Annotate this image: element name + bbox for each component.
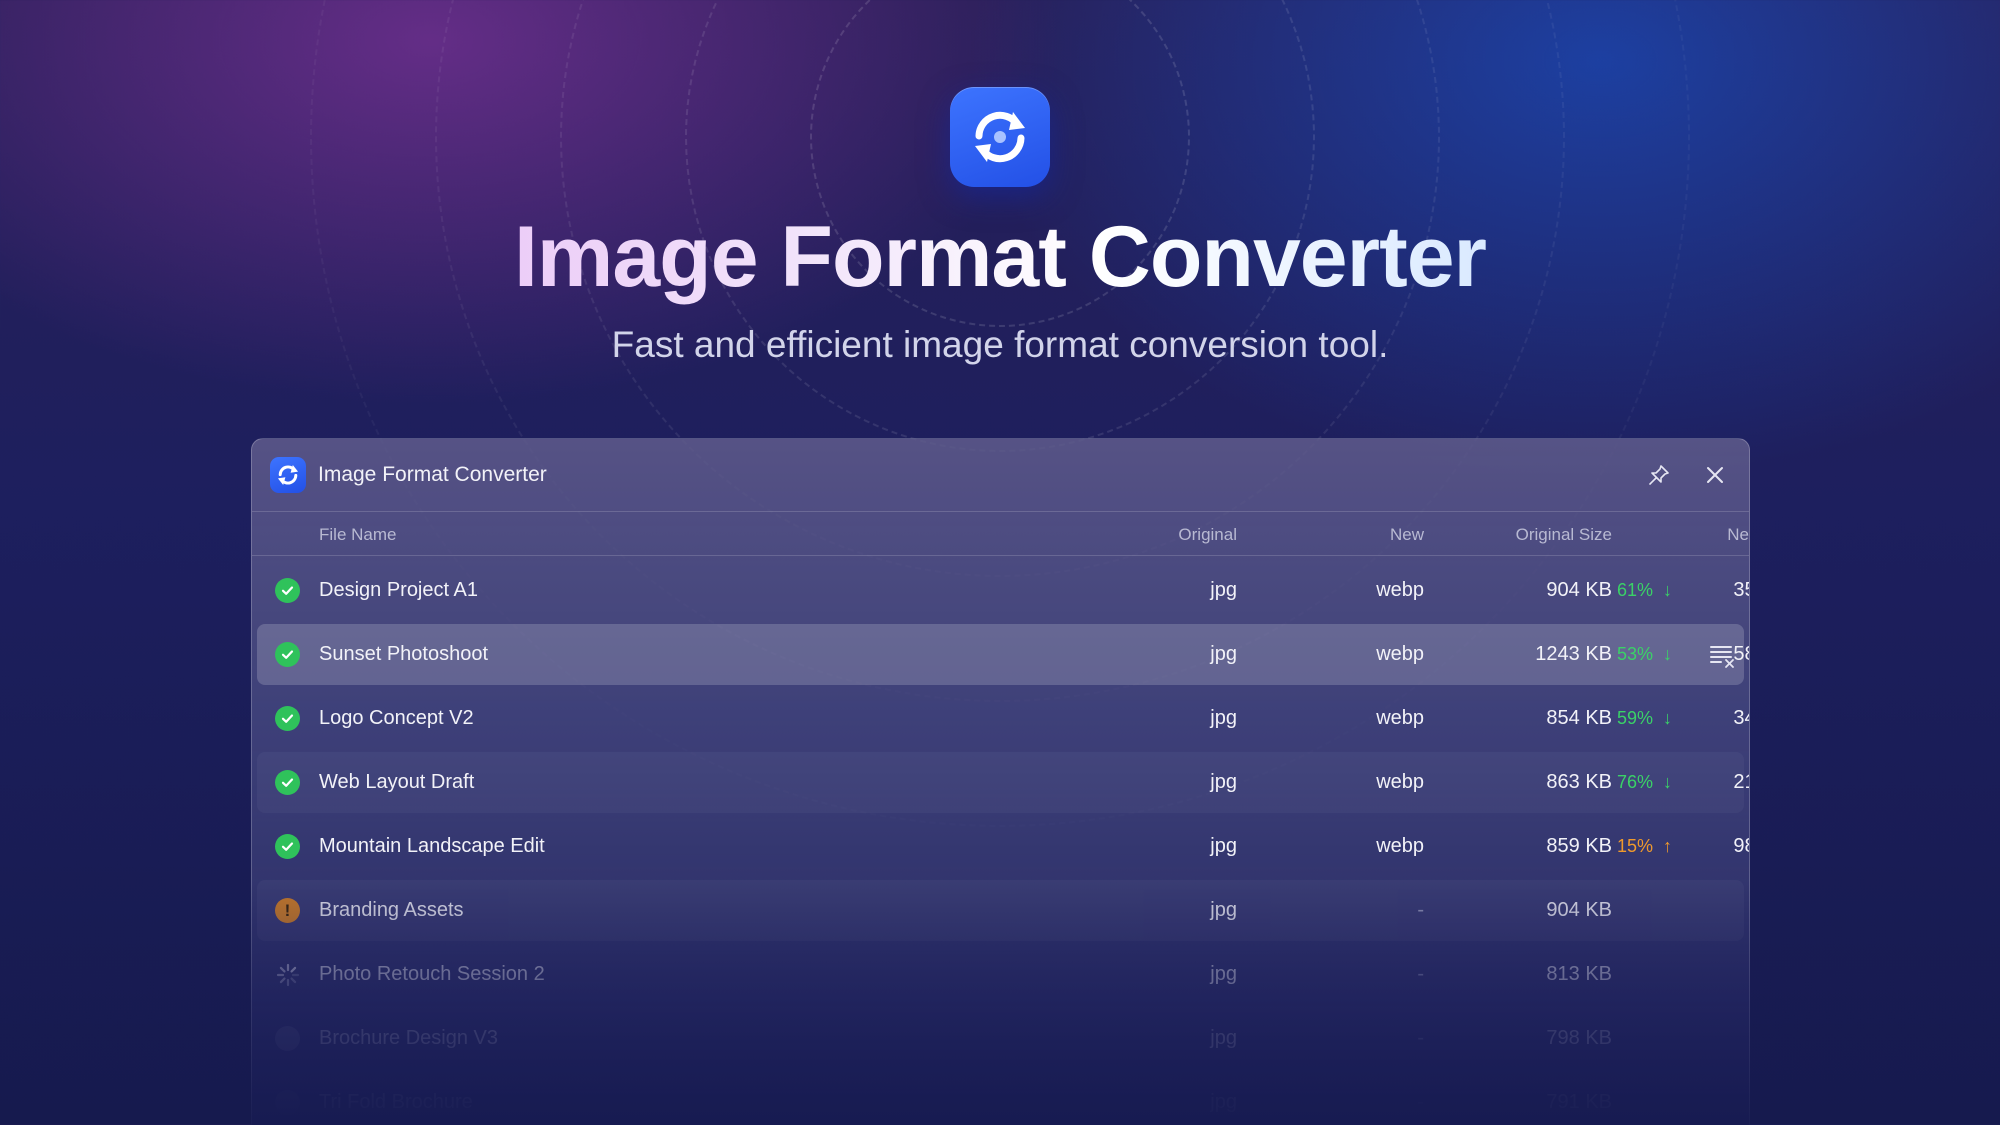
original-size: 798 KB (1546, 1027, 1612, 1049)
original-format: jpg (1210, 963, 1237, 985)
new-format: - (1417, 963, 1424, 985)
arrow-down-icon: ↓ (1663, 644, 1673, 664)
new-size: - (1612, 1027, 1749, 1050)
file-name: Tri Fold Brochure (319, 1091, 473, 1113)
original-size: 854 KB (1546, 707, 1612, 729)
close-button[interactable] (1699, 459, 1731, 491)
table-row[interactable]: Logo Concept V2jpgwebp854 KB342 KB59%↓ (257, 688, 1749, 749)
arrow-up-icon: ↑ (1663, 836, 1673, 856)
clear-list-icon (1710, 646, 1734, 668)
new-format: - (1417, 1091, 1424, 1113)
success-check-icon (275, 578, 300, 603)
original-format: jpg (1210, 1091, 1237, 1113)
original-format: jpg (1210, 899, 1237, 921)
new-format: webp (1376, 771, 1424, 793)
arrow-down-icon: ↓ (1663, 708, 1673, 728)
new-size: - (1612, 963, 1749, 986)
warning-icon: ! (275, 898, 300, 923)
table-row[interactable]: Brochure Design V3jpg-798 KB- (257, 1008, 1744, 1069)
original-format: jpg (1210, 707, 1237, 729)
original-format: jpg (1210, 835, 1237, 857)
original-size: 1243 KB (1535, 643, 1612, 665)
hero-title: Image Format Converter (0, 208, 2000, 307)
original-format: jpg (1210, 771, 1237, 793)
loading-spinner-icon (275, 962, 300, 987)
col-original[interactable]: Original (1062, 525, 1237, 545)
new-format: webp (1376, 579, 1424, 601)
col-original-size[interactable]: Original Size (1422, 525, 1612, 545)
converter-window: Image Format Converter File Name Origina… (251, 438, 1750, 1125)
hero-subtitle: Fast and efficient image format conversi… (611, 324, 1389, 365)
new-format: webp (1376, 643, 1424, 665)
arrow-down-icon: ↓ (1663, 580, 1673, 600)
table-row[interactable]: !Branding Assetsjpg-904 KB- (257, 880, 1744, 941)
pin-button[interactable] (1643, 459, 1675, 491)
remove-row-button[interactable] (1707, 640, 1737, 670)
size-change: 59% ↓ (1617, 708, 1672, 729)
new-format: webp (1376, 707, 1424, 729)
success-check-icon (275, 770, 300, 795)
table-row[interactable]: Photo Retouch Session 2jpg-813 KB- (257, 944, 1744, 1005)
file-name: Web Layout Draft (319, 771, 475, 793)
arrow-down-icon: ↓ (1663, 772, 1673, 792)
original-format: jpg (1210, 643, 1237, 665)
table-row[interactable]: Tri Fold Brochurejpg-791 KB- (257, 1072, 1744, 1125)
hero-section: Image Format Converter Fast and efficien… (0, 0, 2000, 420)
file-name: Mountain Landscape Edit (319, 835, 545, 857)
original-size: 791 KB (1546, 1091, 1612, 1113)
table-row[interactable]: Web Layout Draftjpgwebp863 KB216 KB76%↓ (257, 752, 1749, 813)
table-header: File Name Original New Original Size New… (252, 512, 1749, 556)
new-format: - (1417, 1027, 1424, 1049)
original-size: 863 KB (1546, 771, 1612, 793)
new-size: - (1612, 1091, 1749, 1114)
file-name: Brochure Design V3 (319, 1027, 498, 1049)
original-format: jpg (1210, 1027, 1237, 1049)
file-name: Design Project A1 (319, 579, 478, 601)
pin-icon (1649, 465, 1669, 485)
window-title: Image Format Converter (318, 463, 547, 486)
table-row[interactable]: Mountain Landscape Editjpgwebp859 KB985 … (257, 816, 1749, 877)
size-change: 61% ↓ (1617, 580, 1672, 601)
close-icon (1707, 467, 1723, 483)
original-size: 904 KB (1546, 899, 1612, 921)
pending-icon (275, 1090, 300, 1115)
size-change: 15% ↑ (1617, 836, 1672, 857)
success-check-icon (275, 834, 300, 859)
size-change-percent: 61% (1617, 580, 1654, 600)
size-change-percent: 53% (1617, 644, 1654, 664)
window-titlebar[interactable]: Image Format Converter (252, 439, 1749, 512)
original-size: 859 KB (1546, 835, 1612, 857)
size-change: 76% ↓ (1617, 772, 1672, 793)
size-change-percent: 15% (1617, 836, 1654, 856)
file-name: Sunset Photoshoot (319, 643, 489, 665)
success-check-icon (275, 706, 300, 731)
col-new[interactable]: New (1252, 525, 1424, 545)
col-new-size[interactable]: New Size (1612, 525, 1749, 545)
table-row[interactable]: Design Project A1jpgwebp904 KB353 KB61%↓ (257, 560, 1749, 621)
app-logo (950, 87, 1050, 187)
success-check-icon (275, 642, 300, 667)
new-size: - (1612, 899, 1749, 922)
refresh-icon (975, 111, 1025, 163)
refresh-icon (277, 464, 299, 486)
size-change: 53% ↓ (1617, 644, 1672, 665)
size-change-percent: 76% (1617, 772, 1654, 792)
table-row[interactable]: Sunset Photoshootjpgwebp1243 KB584 KB53%… (257, 624, 1749, 685)
col-file-name[interactable]: File Name (319, 525, 396, 545)
pending-icon (275, 1026, 300, 1051)
original-format: jpg (1210, 579, 1237, 601)
original-size: 813 KB (1546, 963, 1612, 985)
original-size: 904 KB (1546, 579, 1612, 601)
new-format: webp (1376, 835, 1424, 857)
window-app-icon (270, 457, 306, 493)
file-name: Photo Retouch Session 2 (319, 963, 545, 985)
file-name: Logo Concept V2 (319, 707, 474, 729)
file-name: Branding Assets (319, 899, 464, 921)
size-change-percent: 59% (1617, 708, 1654, 728)
new-format: - (1417, 899, 1424, 921)
